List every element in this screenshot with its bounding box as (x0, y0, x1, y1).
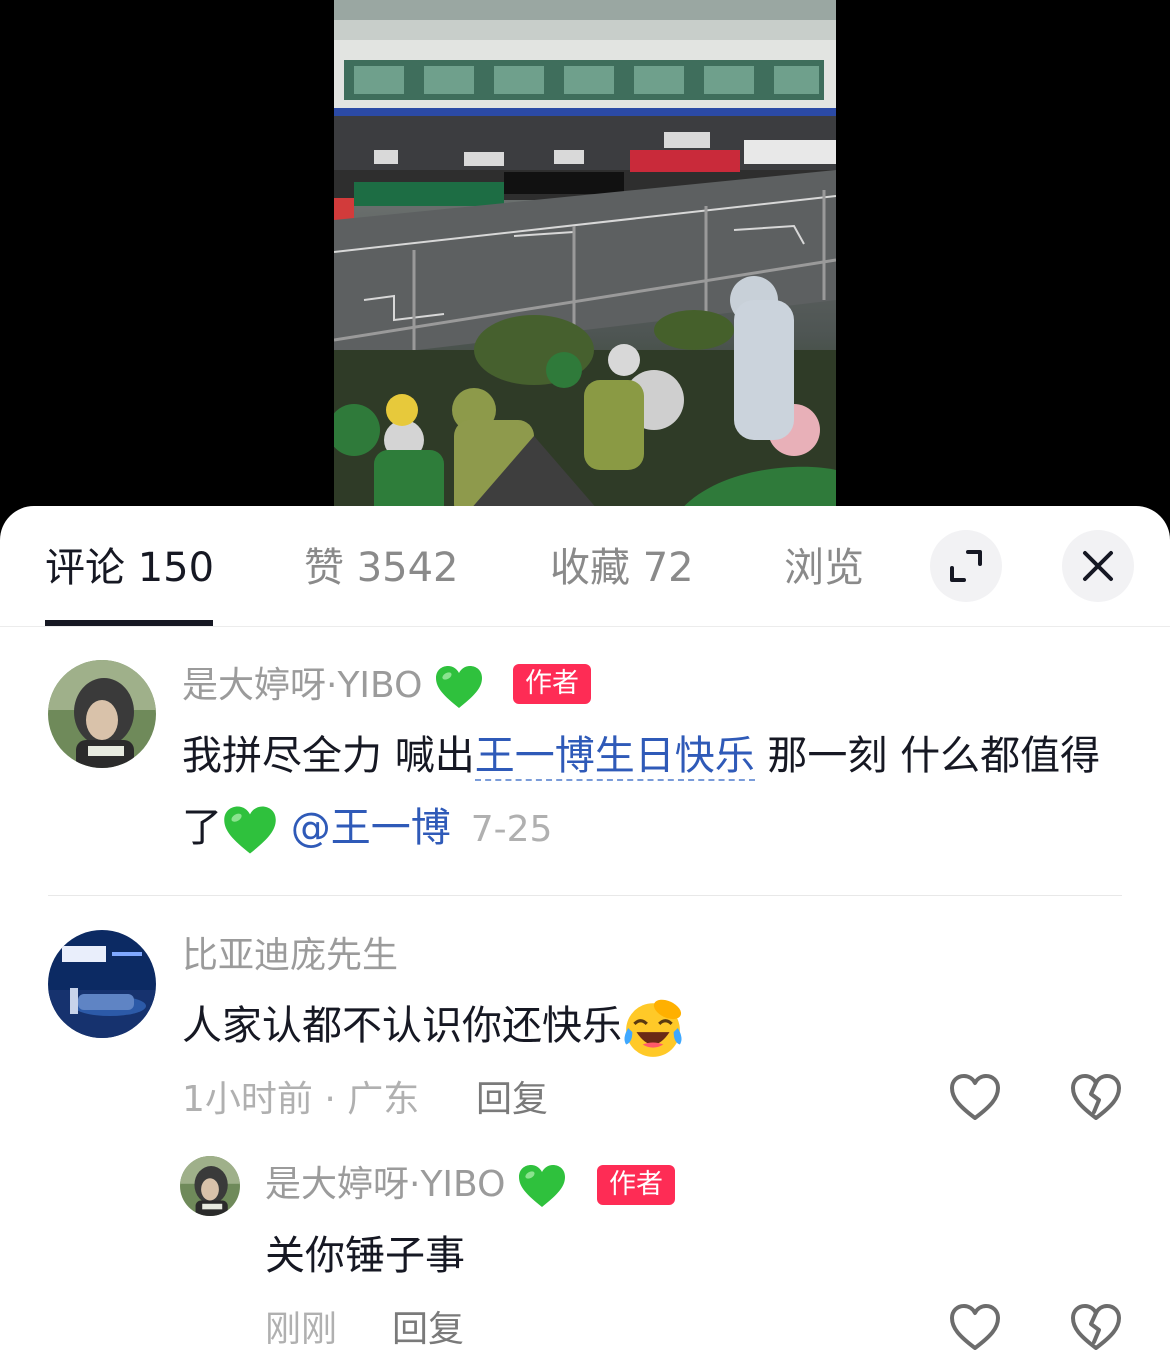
comment-date: 7-25 (470, 809, 553, 850)
green-heart-icon (435, 666, 482, 708)
reply-button[interactable]: 回复 (476, 1078, 548, 1122)
comment-text: 人家认都不认识你还快乐 (182, 990, 1122, 1062)
reply-text: 关你锤子事 (265, 1233, 465, 1279)
dislike-broken-heart-icon[interactable] (1068, 1070, 1124, 1126)
reply-button[interactable]: 回复 (392, 1308, 464, 1352)
tab-views[interactable]: 浏览 (784, 544, 864, 592)
video-player[interactable] (334, 0, 836, 540)
comment-username[interactable]: 比亚迪庞先生 (182, 934, 398, 978)
tab-likes[interactable]: 赞 3542 (304, 544, 459, 592)
tab-bar: 评论 150 赞 3542 收藏 72 浏览 (0, 506, 1170, 627)
expand-icon (950, 550, 982, 582)
like-heart-icon[interactable] (947, 1300, 1003, 1356)
comment-text: 我拼尽全力 喊出王一博生日快乐 那一刻 什么都值得了 @王一博 7-25 (182, 720, 1122, 866)
avatar[interactable] (180, 1156, 240, 1216)
tab-comments[interactable]: 评论 150 (45, 544, 214, 592)
active-tab-indicator (45, 620, 213, 626)
comment-time-location: 1小时前 · 广东 (182, 1079, 420, 1120)
expand-button[interactable] (930, 530, 1002, 602)
video-frame (334, 0, 836, 540)
mention-link[interactable]: @王一博 (291, 805, 451, 851)
tab-favorites[interactable]: 收藏 72 (550, 544, 694, 592)
laughing-crying-icon (624, 999, 682, 1057)
page: 评论 150 赞 3542 收藏 72 浏览 是大婷呀·YIBO 作者 我拼尽全… (0, 0, 1170, 1365)
reply-time: 刚刚 (265, 1309, 338, 1350)
close-button[interactable] (1062, 530, 1134, 602)
avatar[interactable] (48, 660, 156, 768)
divider (48, 895, 1122, 896)
reply-username[interactable]: 是大婷呀·YIBO (265, 1163, 567, 1209)
comment-username[interactable]: 是大婷呀·YIBO (182, 664, 484, 710)
green-heart-icon (224, 806, 276, 854)
green-heart-icon (518, 1165, 565, 1207)
author-badge: 作者 (597, 1165, 675, 1205)
comment-panel: 评论 150 赞 3542 收藏 72 浏览 是大婷呀·YIBO 作者 我拼尽全… (0, 506, 1170, 1365)
hashtag-link[interactable]: 王一博生日快乐 (474, 733, 755, 781)
avatar[interactable] (48, 930, 156, 1038)
author-badge: 作者 (513, 664, 591, 704)
dislike-broken-heart-icon[interactable] (1068, 1300, 1124, 1356)
like-heart-icon[interactable] (947, 1070, 1003, 1126)
close-icon (1083, 551, 1113, 581)
